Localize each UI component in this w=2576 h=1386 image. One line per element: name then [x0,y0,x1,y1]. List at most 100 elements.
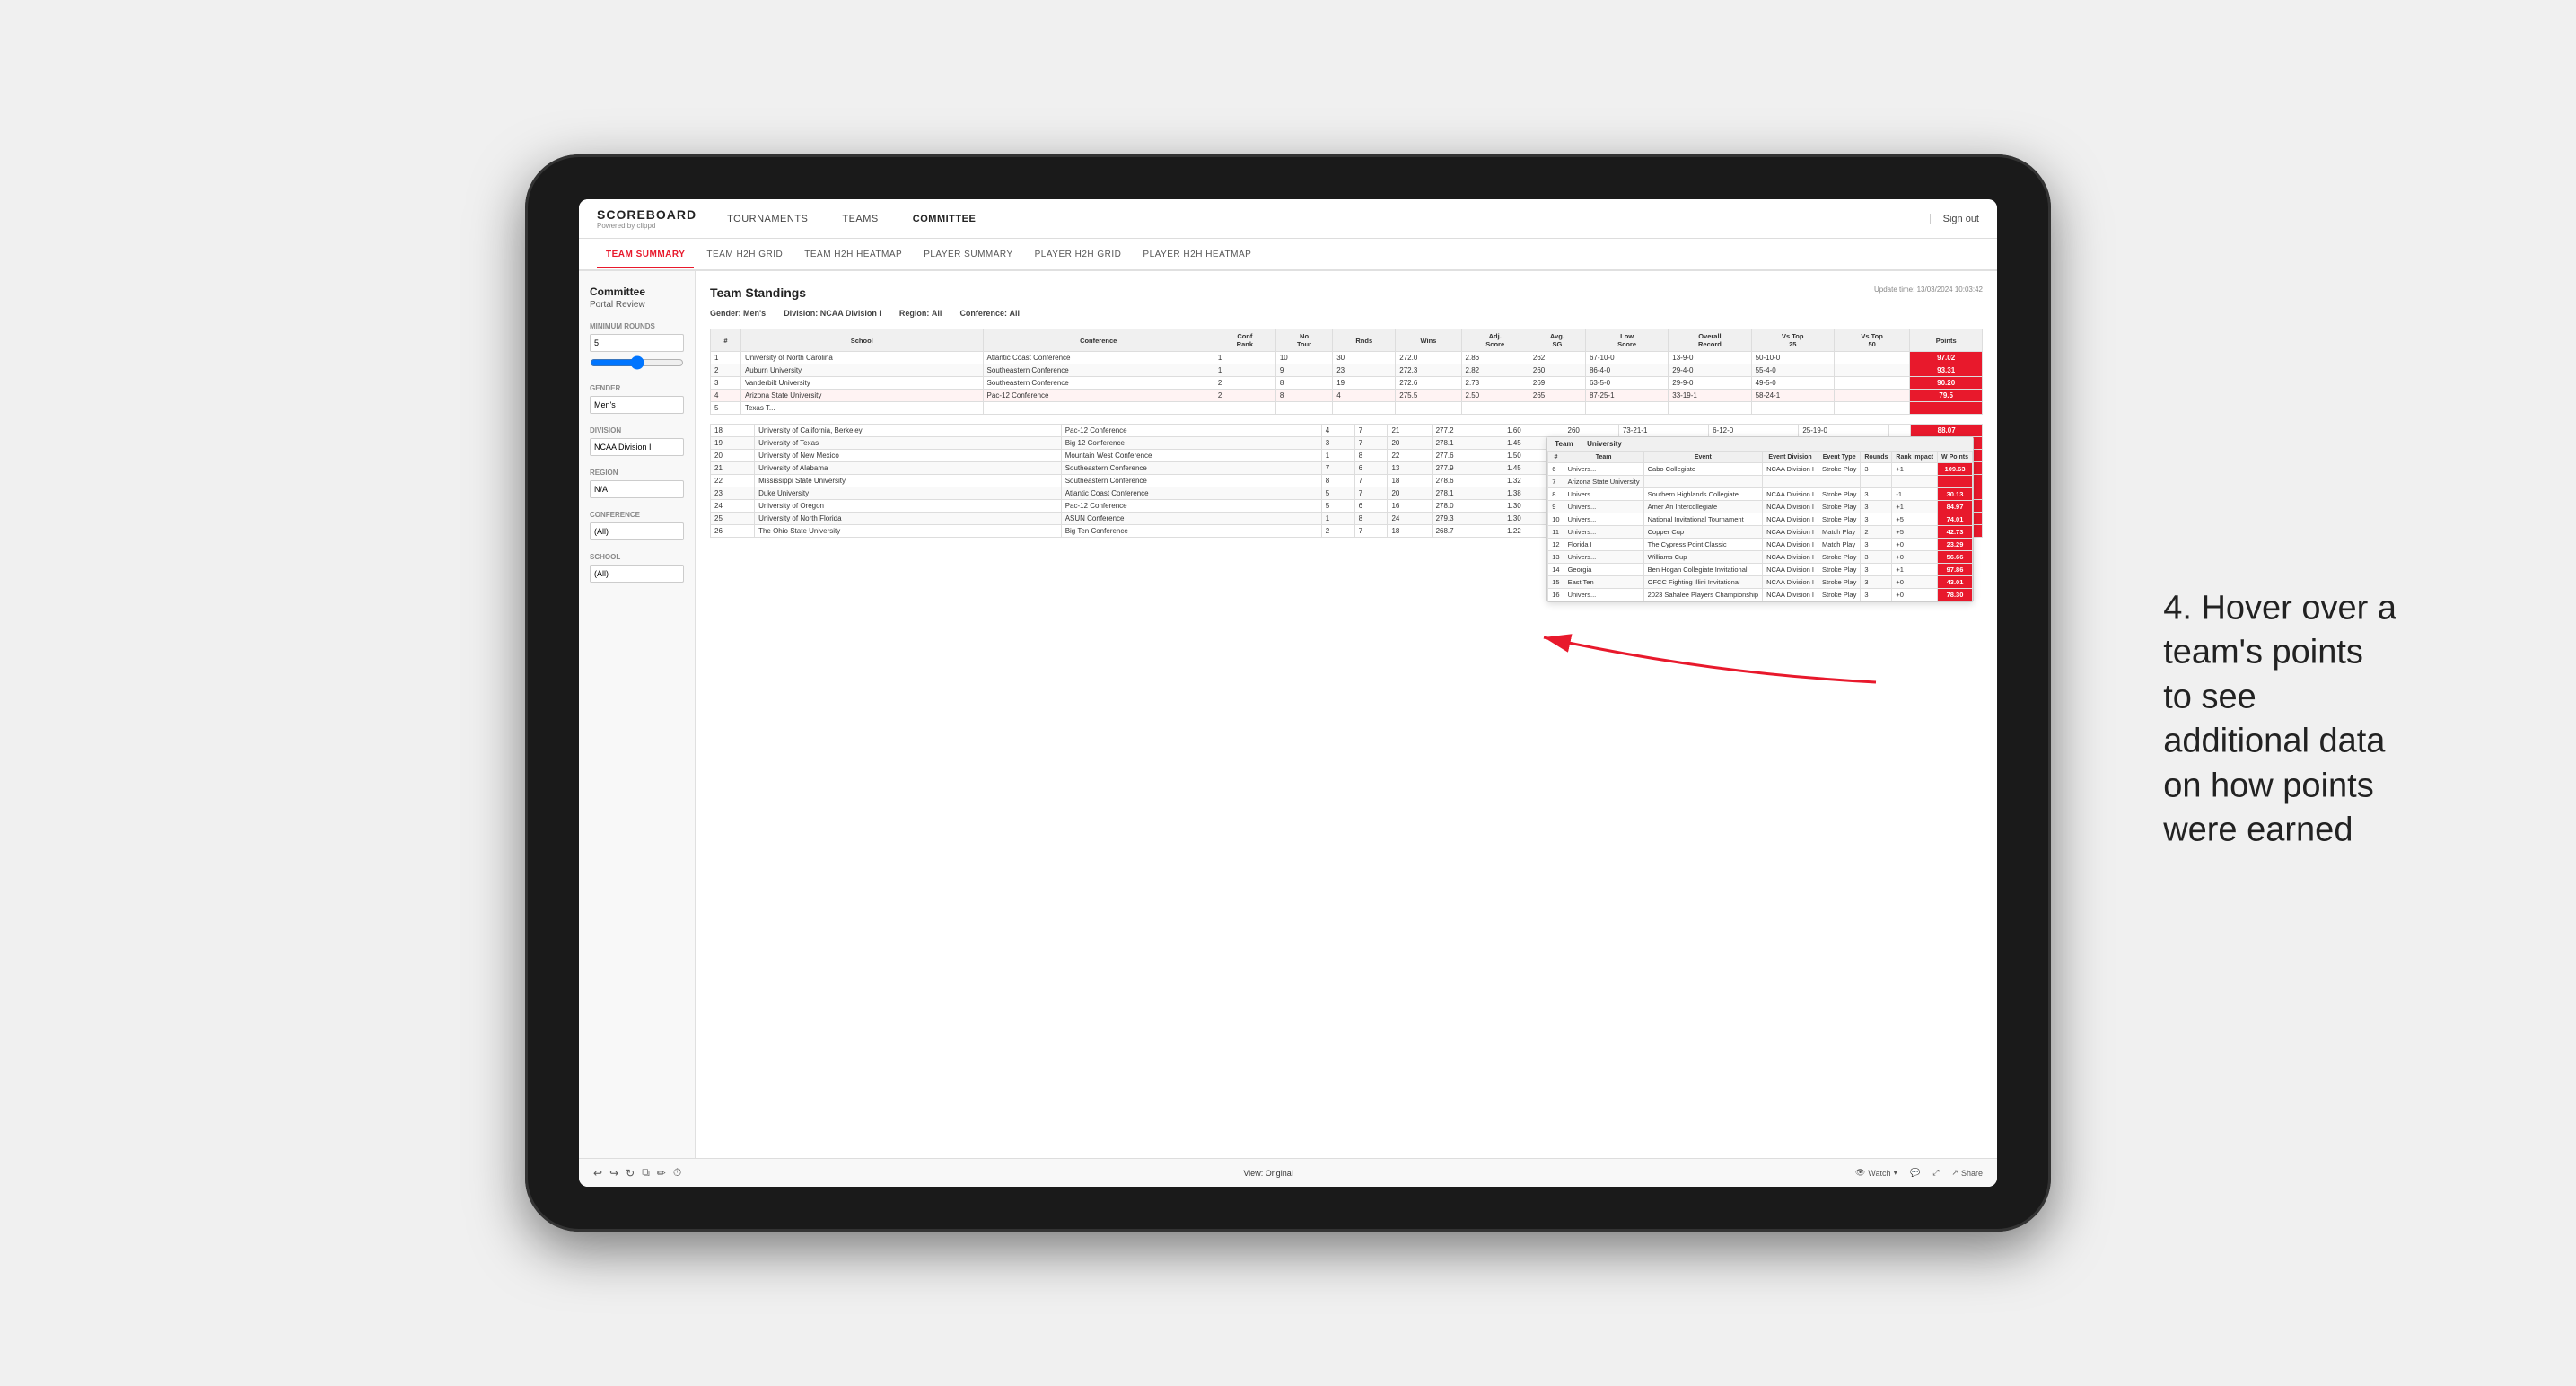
report-area: Team Standings Update time: 13/03/2024 1… [696,271,1997,1158]
filter-row: Gender: Men's Division: NCAA Division I … [710,309,1983,318]
bottom-toolbar: ↩ ↪ ↻ ⧉ ✏ ⏱ View: Original 👁 Watch ▾ 💬 ⤢ [579,1158,1997,1187]
tooltip-row: 14 Georgia Ben Hogan Collegiate Invitati… [1548,564,1973,576]
toolbar-left: ↩ ↪ ↻ ⧉ ✏ ⏱ [593,1166,681,1180]
tooltip-row: 10 Univers... National Invitational Tour… [1548,513,1973,526]
sidebar-subtitle: Portal Review [590,300,684,310]
tab-player-summary[interactable]: PLAYER SUMMARY [915,242,1021,267]
update-time-value: 13/03/2024 10:03:42 [1917,285,1983,294]
update-time: Update time: 13/03/2024 10:03:42 [1874,285,1983,294]
tooltip-row: 11 Univers... Copper Cup NCAA Division I… [1548,526,1973,539]
min-rounds-label: Minimum Rounds [590,322,684,330]
col-vs50: Vs Top50 [1834,329,1909,352]
clock-icon[interactable]: ⏱ [673,1166,681,1180]
school-label: School [590,553,684,561]
annotation-line5: on how points [2163,767,2374,804]
watch-label: Watch [1868,1169,1890,1178]
sidebar-region: Region N/A [590,469,684,498]
filter-division-value: NCAA Division I [820,309,881,318]
comment-button[interactable]: 💬 [1910,1168,1920,1178]
refresh-icon[interactable]: ↻ [626,1167,635,1180]
report-header: Team Standings Update time: 13/03/2024 1… [710,285,1983,300]
min-rounds-input[interactable] [590,334,684,352]
tooltip-table: # Team Event Event Division Event Type R… [1547,452,1973,601]
table-row[interactable]: 5 Texas T... [711,402,1983,415]
conference-label: Conference [590,511,684,519]
points-tooltip: Team University # Team Event Event Divis… [1546,436,1974,602]
edit-icon[interactable]: ✏ [657,1167,666,1180]
share-button[interactable]: ↗ Share [1951,1168,1983,1178]
tooltip-row: 13 Univers... Williams Cup NCAA Division… [1548,551,1973,564]
tab-team-h2h-heatmap[interactable]: TEAM H2H HEATMAP [795,242,911,267]
report-title: Team Standings [710,285,806,300]
tab-team-summary[interactable]: TEAM SUMMARY [597,242,694,268]
tooltip-row: 7 Arizona State University [1548,476,1973,488]
nav-committee[interactable]: COMMITTEE [909,214,980,224]
annotation-text: 4. Hover over a team's points to see add… [2163,586,2396,852]
tablet-screen: SCOREBOARD Powered by clippd TOURNAMENTS… [579,199,1997,1187]
view-original-label: View: Original [1243,1169,1292,1178]
filter-gender: Gender: Men's [710,309,766,318]
filter-region-value: All [932,309,942,318]
redo-icon[interactable]: ↪ [609,1167,618,1180]
table-row[interactable]: 1 University of North Carolina Atlantic … [711,352,1983,364]
school-select[interactable]: (All) [590,565,684,583]
filter-region-label: Region: [899,309,930,318]
sidebar-title: Committee [590,285,684,298]
filter-division: Division: NCAA Division I [784,309,881,318]
sidebar-division: Division NCAA Division I [590,426,684,456]
filter-division-label: Division: [784,309,818,318]
watch-button[interactable]: 👁 Watch ▾ [1855,1168,1897,1178]
tab-player-h2h-heatmap[interactable]: PLAYER H2H HEATMAP [1134,242,1260,267]
col-low-score: LowScore [1585,329,1668,352]
filter-conference-label: Conference: [959,309,1007,318]
conference-select[interactable]: (All) [590,522,684,540]
logo-sub: Powered by clippd [597,222,697,230]
region-select[interactable]: N/A [590,480,684,498]
tooltip-row: 8 Univers... Southern Highlands Collegia… [1548,488,1973,501]
update-time-label: Update time: [1874,285,1914,294]
filter-gender-value: Men's [743,309,766,318]
filter-gender-label: Gender: [710,309,741,318]
share-label: Share [1961,1169,1983,1178]
filter-conference-value: All [1009,309,1020,318]
standings-table: # School Conference ConfRank NoTour Rnds… [710,329,1983,415]
table-row[interactable]: 3 Vanderbilt University Southeastern Con… [711,377,1983,390]
table-row-highlighted[interactable]: 4 Arizona State University Pac-12 Confer… [711,390,1983,402]
eye-icon: 👁 [1855,1168,1865,1178]
col-rnds: Rnds [1333,329,1396,352]
tab-team-h2h-grid[interactable]: TEAM H2H GRID [697,242,792,267]
min-rounds-slider[interactable] [590,355,684,370]
main-nav: TOURNAMENTS TEAMS COMMITTEE [723,214,1930,224]
col-overall: OverallRecord [1669,329,1751,352]
copy-icon[interactable]: ⧉ [642,1166,650,1180]
tooltip-row: 12 Florida I The Cypress Point Classic N… [1548,539,1973,551]
col-vs25: Vs Top25 [1751,329,1834,352]
sign-out-button[interactable]: Sign out [1930,214,1979,224]
col-adj-score: Adj.Score [1461,329,1529,352]
tab-player-h2h-grid[interactable]: PLAYER H2H GRID [1026,242,1131,267]
col-school: School [740,329,983,352]
region-label: Region [590,469,684,477]
logo-text: SCOREBOARD [597,207,697,222]
tooltip-header: Team University [1547,437,1973,452]
division-label: Division [590,426,684,434]
table-row[interactable]: 18 University of California, Berkeley Pa… [711,425,1983,437]
table-wrapper: # School Conference ConfRank NoTour Rnds… [710,329,1983,538]
gender-select[interactable]: Men's Women's [590,396,684,414]
division-select[interactable]: NCAA Division I [590,438,684,456]
view-original-button[interactable]: View: Original [1243,1169,1292,1178]
gender-label: Gender [590,384,684,392]
sidebar: Committee Portal Review Minimum Rounds G… [579,271,696,1158]
undo-icon[interactable]: ↩ [593,1167,602,1180]
toolbar-right: 👁 Watch ▾ 💬 ⤢ ↗ Share [1855,1168,1983,1178]
nav-tournaments[interactable]: TOURNAMENTS [723,214,811,224]
nav-teams[interactable]: TEAMS [838,214,881,224]
expand-button[interactable]: ⤢ [1932,1168,1939,1178]
annotation-line2: team's points [2163,634,2363,671]
table-row[interactable]: 2 Auburn University Southeastern Confere… [711,364,1983,377]
tooltip-row: 16 Univers... 2023 Sahalee Players Champ… [1548,589,1973,601]
top-nav: SCOREBOARD Powered by clippd TOURNAMENTS… [579,199,1997,239]
annotation-line6: were earned [2163,811,2353,848]
sidebar-conference: Conference (All) [590,511,684,540]
col-conference: Conference [983,329,1214,352]
